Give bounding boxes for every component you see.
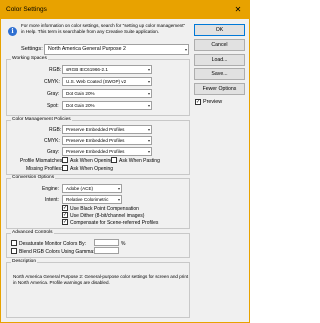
mismatch-paste-label: Ask When Pasting: [119, 158, 160, 164]
info-text: For more information on color settings, …: [21, 23, 186, 34]
engine-value: Adobe (ACE): [66, 186, 94, 191]
load-button[interactable]: Load...: [194, 54, 245, 66]
intent-dropdown[interactable]: Relative Colorimetric ▾: [62, 195, 122, 204]
policy-rgb-value: Preserve Embedded Profiles: [66, 127, 125, 132]
missing-open-checkbox[interactable]: [62, 165, 68, 171]
chevron-down-icon: ▾: [147, 67, 150, 72]
preview-checkbox[interactable]: ✓: [195, 99, 201, 105]
bpc-label: Use Black Point Compensation: [70, 206, 139, 212]
info-icon: i: [8, 27, 17, 36]
bpc-checkbox[interactable]: ✓: [62, 205, 68, 211]
policy-cmyk-dropdown[interactable]: Preserve Embedded Profiles ▾: [62, 136, 152, 145]
color-settings-dialog: Color Settings ✕ i For more information …: [0, 0, 250, 323]
group-title: Working Spaces: [11, 56, 48, 62]
ws-gray-label: Gray:: [47, 91, 60, 97]
ok-button[interactable]: OK: [194, 24, 245, 36]
ws-cmyk-label: CMYK:: [44, 79, 60, 85]
policy-rgb-dropdown[interactable]: Preserve Embedded Profiles ▾: [62, 125, 152, 134]
chevron-down-icon: ▾: [147, 138, 150, 143]
chevron-down-icon: ▾: [147, 149, 150, 154]
dither-checkbox[interactable]: ✓: [62, 212, 68, 218]
save-button[interactable]: Save...: [194, 68, 245, 80]
policy-gray-value: Preserve Embedded Profiles: [66, 149, 125, 154]
chevron-down-icon: ▾: [117, 197, 120, 202]
ws-rgb-value: sRGB IEC61966-2.1: [66, 67, 108, 72]
intent-label: Intent:: [45, 197, 59, 203]
desaturate-checkbox[interactable]: [11, 240, 17, 246]
close-icon[interactable]: ✕: [227, 1, 249, 19]
group-title: Conversion Options: [11, 175, 56, 181]
group-title: Advanced Controls: [11, 230, 54, 236]
dither-label: Use Dither (8-bit/channel images): [70, 213, 145, 219]
blend-checkbox[interactable]: [11, 248, 17, 254]
ws-gray-dropdown[interactable]: Dot Gain 20% ▾: [62, 89, 152, 98]
ws-spot-value: Dot Gain 20%: [66, 103, 95, 108]
settings-dropdown[interactable]: North America General Purpose 2 ▾: [44, 44, 189, 55]
policy-rgb-label: RGB:: [49, 127, 62, 133]
mismatch-open-checkbox[interactable]: [62, 157, 68, 163]
missing-open-label: Ask When Opening: [70, 166, 114, 172]
ws-gray-value: Dot Gain 20%: [66, 91, 95, 96]
compensate-label: Compensate for Scene-referred Profiles: [70, 220, 159, 226]
ws-spot-dropdown[interactable]: Dot Gain 20% ▾: [62, 101, 152, 110]
ws-rgb-dropdown[interactable]: sRGB IEC61966-2.1 ▾: [62, 65, 152, 74]
intent-value: Relative Colorimetric: [66, 197, 109, 202]
fewer-options-button[interactable]: Fewer Options: [194, 83, 245, 95]
chevron-down-icon: ▾: [117, 186, 120, 191]
chevron-down-icon: ▾: [147, 127, 150, 132]
ws-cmyk-dropdown[interactable]: U.S. Web Coated (SWOP) v2 ▾: [62, 77, 152, 86]
desaturate-label: Desaturate Monitor Colors By:: [19, 241, 86, 247]
blend-input[interactable]: [94, 247, 119, 254]
ws-rgb-label: RGB:: [49, 67, 62, 73]
profile-mismatches-label: Profile Mismatches:: [20, 158, 64, 164]
description-text: North America General Purpose 2: General…: [13, 274, 189, 285]
cancel-button[interactable]: Cancel: [194, 39, 245, 51]
description-group: Description North America General Purpos…: [6, 259, 190, 318]
missing-profiles-label: Missing Profiles:: [26, 166, 63, 172]
chevron-down-icon: ▾: [184, 47, 187, 52]
chevron-down-icon: ▾: [147, 91, 150, 96]
settings-label: Settings:: [21, 46, 43, 52]
policy-cmyk-label: CMYK:: [44, 138, 60, 144]
policy-gray-label: Gray:: [47, 149, 60, 155]
settings-value: North America General Purpose 2: [48, 46, 126, 52]
compensate-checkbox[interactable]: ✓: [62, 219, 68, 225]
desaturate-unit: %: [121, 241, 126, 247]
policy-gray-dropdown[interactable]: Preserve Embedded Profiles ▾: [62, 147, 152, 156]
ws-cmyk-value: U.S. Web Coated (SWOP) v2: [66, 79, 127, 84]
preview-label: Preview: [203, 99, 223, 105]
chevron-down-icon: ▾: [147, 103, 150, 108]
mismatch-paste-checkbox[interactable]: [111, 157, 117, 163]
ws-spot-label: Spot:: [47, 103, 59, 109]
engine-dropdown[interactable]: Adobe (ACE) ▾: [62, 184, 122, 193]
title-bar: Color Settings ✕: [1, 1, 249, 19]
desaturate-input[interactable]: [94, 239, 119, 246]
engine-label: Engine:: [42, 186, 59, 192]
mismatch-open-label: Ask When Opening: [70, 158, 114, 164]
window-title: Color Settings: [6, 6, 47, 13]
policy-cmyk-value: Preserve Embedded Profiles: [66, 138, 125, 143]
blend-label: Blend RGB Colors Using Gamma:: [19, 249, 95, 255]
chevron-down-icon: ▾: [147, 79, 150, 84]
group-title: Description: [11, 259, 37, 265]
group-title: Color Management Policies: [11, 117, 72, 123]
